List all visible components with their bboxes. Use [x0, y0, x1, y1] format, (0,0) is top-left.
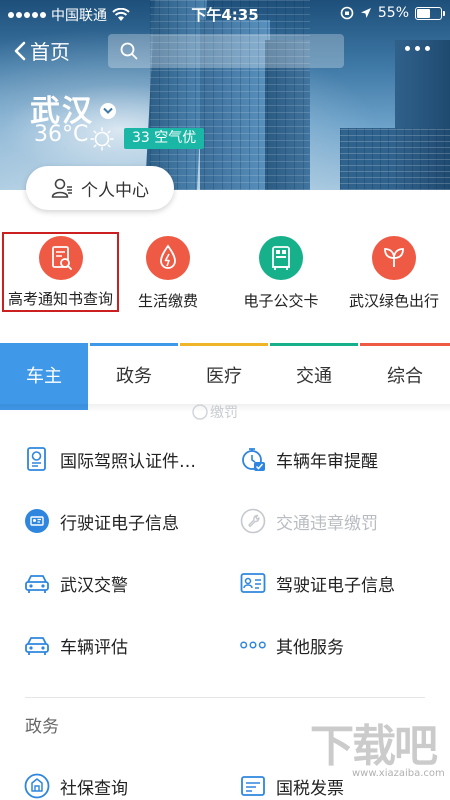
service-utilities[interactable]: 生活缴费	[112, 232, 224, 312]
app-root: 中国联通 下午4:35 55% 首页 武汉 36°C 33 空气优 个人中心 高…	[0, 0, 450, 800]
car-service-label: 车辆评估	[60, 637, 128, 658]
dot-icon	[415, 46, 420, 51]
battery-icon	[415, 6, 445, 20]
document-search-icon	[38, 236, 83, 280]
tab-government[interactable]: 政务	[90, 346, 178, 410]
more-menu-button[interactable]	[405, 46, 430, 51]
status-right: 55%	[340, 5, 445, 21]
service-green-travel[interactable]: 武汉绿色出行	[338, 232, 450, 312]
car-service-vehicle-assessment[interactable]: 车辆评估	[24, 630, 128, 660]
location-arrow-icon	[360, 8, 371, 18]
chevron-down-icon	[100, 103, 116, 119]
car-service-annual-inspection[interactable]: 车辆年审提醒	[240, 444, 378, 474]
car-service-driver-license[interactable]: 驾驶证电子信息	[240, 568, 395, 598]
dot-icon	[405, 46, 410, 51]
car-service-label: 国际驾照认证件…	[60, 451, 196, 472]
personal-center-button[interactable]: 个人中心	[26, 166, 174, 210]
car-service-other[interactable]: 其他服务	[240, 630, 344, 660]
service-label: 武汉绿色出行	[348, 292, 439, 310]
car-service-label: 其他服务	[276, 637, 344, 658]
personal-center-label: 个人中心	[81, 180, 149, 201]
watermark-url: www.xiazaiba.com	[352, 768, 445, 779]
more-dots-icon	[240, 632, 266, 658]
service-label: 电子公交卡	[243, 292, 319, 310]
gov-service-label: 国税发票	[276, 778, 344, 799]
car-service-traffic-fine[interactable]: 交通违章缴罚	[240, 506, 378, 536]
building-windows	[150, 0, 310, 190]
service-bus-card[interactable]: 电子公交卡	[225, 232, 337, 312]
car-icon	[24, 570, 50, 596]
car-service-label: 行驶证电子信息	[60, 513, 179, 534]
car-icon	[24, 632, 50, 658]
tab-car-owner[interactable]: 车主	[0, 343, 88, 410]
gov-service-label: 社保查询	[60, 778, 128, 799]
rotation-lock-icon	[340, 6, 354, 20]
tax-icon	[240, 773, 266, 799]
tab-medical[interactable]: 医疗	[180, 346, 268, 386]
car-service-label: 武汉交警	[60, 575, 128, 596]
sun-icon	[90, 127, 114, 151]
social-security-icon	[24, 773, 50, 799]
search-icon	[120, 42, 138, 60]
battery-percent: 55%	[377, 5, 409, 21]
car-service-label: 驾驶证电子信息	[276, 575, 395, 596]
tab-general[interactable]: 综合	[360, 346, 450, 386]
building-windows	[340, 128, 450, 190]
watermark-logo: 下载吧	[310, 721, 438, 772]
gov-service-social-security[interactable]: 社保查询	[24, 771, 128, 800]
car-service-traffic-police[interactable]: 武汉交警	[24, 568, 128, 598]
air-quality-badge: 33 空气优	[124, 128, 205, 149]
service-label: 生活缴费	[137, 292, 198, 310]
search-bar[interactable]	[108, 34, 344, 68]
car-service-intl-license[interactable]: 国际驾照认证件…	[24, 444, 196, 474]
car-service-label: 车辆年审提醒	[276, 451, 378, 472]
tab-traffic[interactable]: 交通	[270, 346, 358, 386]
ghost-label: 缴罚	[192, 402, 238, 422]
service-label: 高考通知书查询	[7, 290, 113, 308]
user-icon	[51, 178, 72, 198]
back-label: 首页	[30, 40, 70, 64]
back-button[interactable]: 首页	[14, 36, 70, 65]
water-drop-icon	[146, 236, 190, 280]
divider	[25, 697, 425, 698]
section-title-government: 政务	[25, 717, 59, 737]
leaf-icon	[372, 236, 416, 280]
id-card-circle-icon	[24, 508, 50, 534]
dot-icon	[425, 46, 430, 51]
car-service-vehicle-license[interactable]: 行驶证电子信息	[24, 506, 179, 536]
temperature: 36°C	[34, 122, 89, 147]
chevron-left-icon	[14, 41, 26, 60]
gov-service-tax-invoice[interactable]: 国税发票	[240, 771, 344, 800]
car-service-label: 交通违章缴罚	[276, 513, 378, 534]
id-card-icon	[240, 570, 266, 596]
bus-card-icon	[259, 236, 303, 280]
service-gaokao-notice[interactable]: 高考通知书查询	[2, 232, 119, 312]
wrench-icon	[240, 508, 266, 534]
status-bar: 中国联通 下午4:35 55%	[0, 0, 450, 26]
license-doc-icon	[24, 446, 50, 472]
wrench-icon	[192, 404, 208, 420]
stopwatch-check-icon	[240, 446, 266, 472]
